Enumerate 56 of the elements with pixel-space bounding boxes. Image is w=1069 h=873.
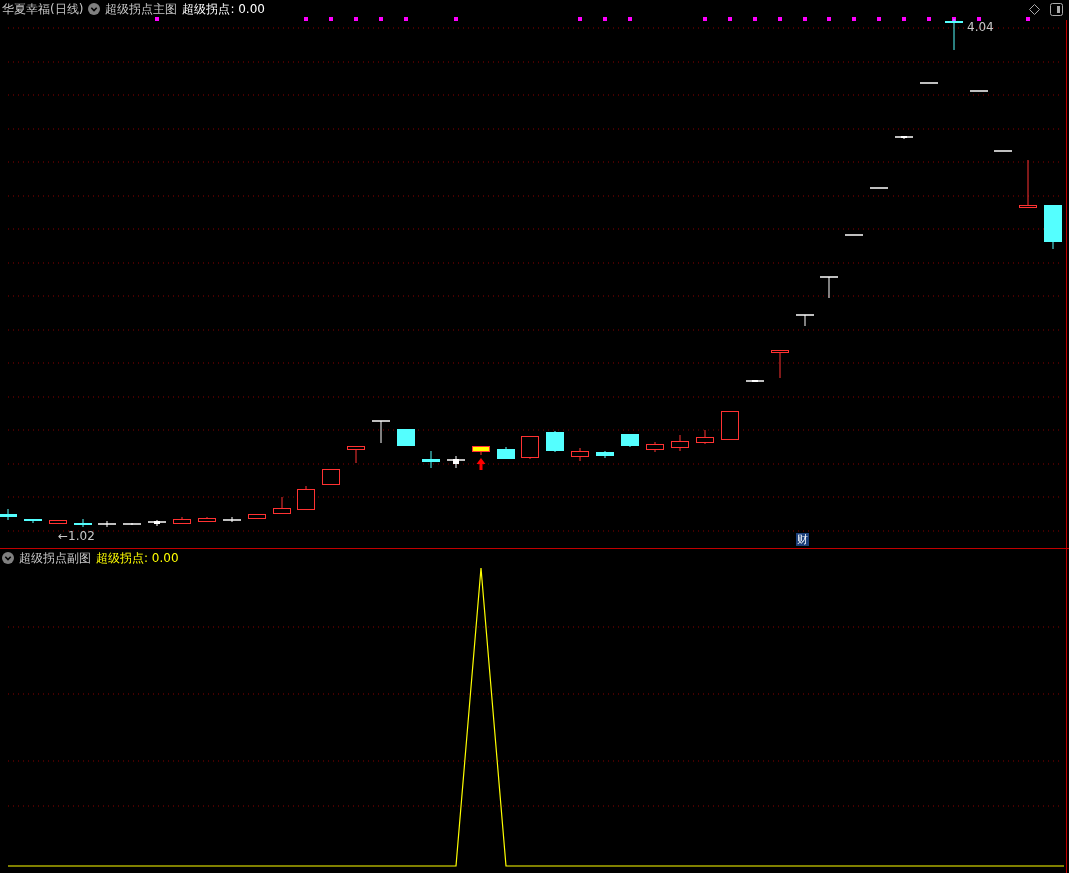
candlestick	[571, 447, 589, 462]
candlestick	[869, 187, 889, 189]
arrow-marker	[476, 458, 486, 470]
indicator-name[interactable]: 超级拐点副图	[19, 551, 91, 565]
expand-icon[interactable]	[88, 3, 101, 15]
candlestick	[297, 485, 315, 510]
candlestick	[621, 433, 639, 448]
candlestick	[894, 136, 914, 140]
candlestick	[945, 18, 963, 51]
candlestick	[222, 516, 242, 523]
candlestick	[422, 450, 440, 469]
candlestick	[347, 445, 365, 464]
diamond-icon[interactable]	[1029, 4, 1040, 15]
indicator-value: 超级拐点: 0.00	[96, 551, 179, 565]
candlestick	[446, 455, 466, 469]
event-badge[interactable]: 财	[796, 533, 809, 546]
candlestick	[371, 420, 391, 444]
candlestick	[472, 445, 490, 456]
candlestick	[147, 519, 167, 527]
candlestick	[273, 496, 291, 514]
candlestick	[24, 518, 42, 524]
candlestick	[322, 468, 340, 485]
candlestick	[596, 450, 614, 459]
candlestick	[546, 430, 564, 453]
candlestick	[521, 435, 539, 460]
indicator-name[interactable]: 超级拐点主图	[105, 2, 178, 16]
candlestick	[97, 520, 117, 528]
candlestick	[122, 522, 142, 526]
candlestick	[646, 441, 664, 453]
candlestick	[993, 150, 1013, 152]
panel-toggle-icon[interactable]	[1050, 3, 1063, 16]
candlestick	[0, 508, 17, 521]
candlestick	[1019, 159, 1037, 208]
candlestick	[721, 410, 739, 440]
candlestick	[1044, 204, 1062, 250]
candlestick	[248, 513, 266, 519]
stock-title: 华夏幸福(日线)	[2, 2, 84, 16]
candlestick	[795, 314, 815, 327]
candlestick	[969, 90, 989, 92]
candlestick	[819, 276, 839, 299]
candlestick	[745, 380, 765, 383]
candlestick	[49, 519, 67, 524]
candlestick	[497, 446, 515, 460]
high-price-label: 4.04	[967, 20, 994, 34]
low-price-label: ←1.02	[58, 529, 95, 543]
candlestick	[671, 434, 689, 452]
candlestick	[844, 234, 864, 236]
candlestick	[173, 516, 191, 524]
candlestick	[771, 349, 789, 379]
expand-icon[interactable]	[2, 552, 14, 564]
indicator-value: 超级拐点: 0.00	[182, 2, 265, 16]
candlestick	[74, 518, 92, 528]
candlestick	[696, 429, 714, 445]
candlestick	[198, 516, 216, 523]
candlestick	[397, 428, 415, 447]
candlestick	[919, 82, 939, 84]
